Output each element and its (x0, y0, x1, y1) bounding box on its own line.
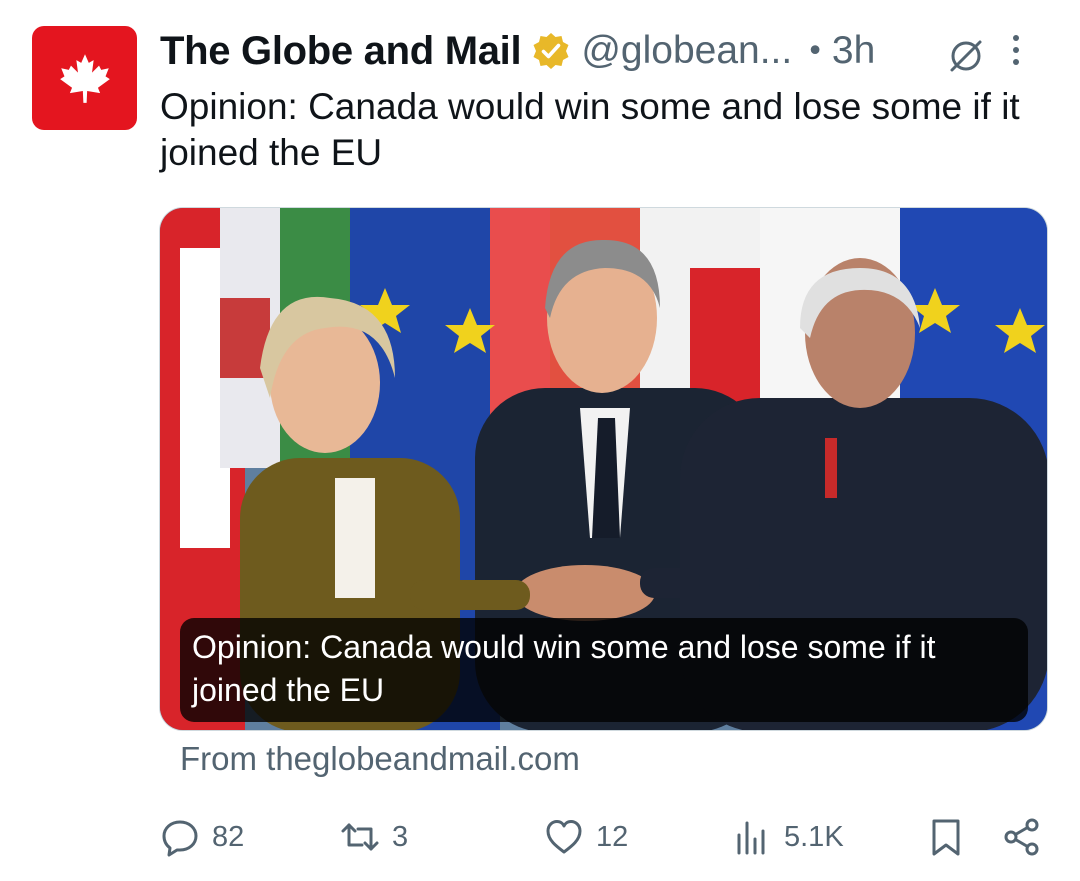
views-icon (737, 821, 765, 855)
views-button[interactable]: 5.1K (732, 812, 844, 862)
share-icon (1004, 818, 1039, 856)
repost-count: 3 (392, 820, 409, 853)
avatar[interactable] (32, 26, 137, 130)
maple-leaf-icon (59, 54, 110, 103)
reply-icon (162, 820, 198, 857)
repost-icon (341, 823, 379, 851)
separator: • (806, 33, 824, 69)
verified-badge-icon (533, 33, 569, 69)
author-name[interactable]: The Globe and Mail (160, 29, 522, 74)
views-count: 5.1K (784, 820, 844, 853)
bookmark-icon (932, 819, 960, 856)
like-icon (546, 820, 582, 854)
timestamp[interactable]: 3h (832, 29, 875, 73)
reply-button[interactable]: 82 (160, 812, 244, 862)
grok-icon[interactable] (946, 36, 986, 76)
action-bar: 82 3 12 5.1K (160, 812, 1050, 862)
bookmark-button[interactable] (926, 812, 966, 862)
like-button[interactable]: 12 (544, 812, 628, 862)
card-caption: Opinion: Canada would win some and lose … (180, 618, 1028, 722)
more-icon[interactable] (1006, 32, 1026, 68)
reply-count: 82 (212, 820, 245, 853)
repost-button[interactable]: 3 (340, 812, 408, 862)
author-handle[interactable]: @globean... (581, 29, 792, 73)
share-button[interactable] (1002, 812, 1042, 862)
link-card[interactable]: Opinion: Canada would win some and lose … (159, 207, 1048, 731)
card-source[interactable]: From theglobeandmail.com (180, 740, 580, 778)
tweet-text: Opinion: Canada would win some and lose … (160, 86, 1020, 173)
tweet-header: The Globe and Mail @globean... • 3h (160, 26, 1040, 76)
like-count: 12 (596, 820, 629, 853)
